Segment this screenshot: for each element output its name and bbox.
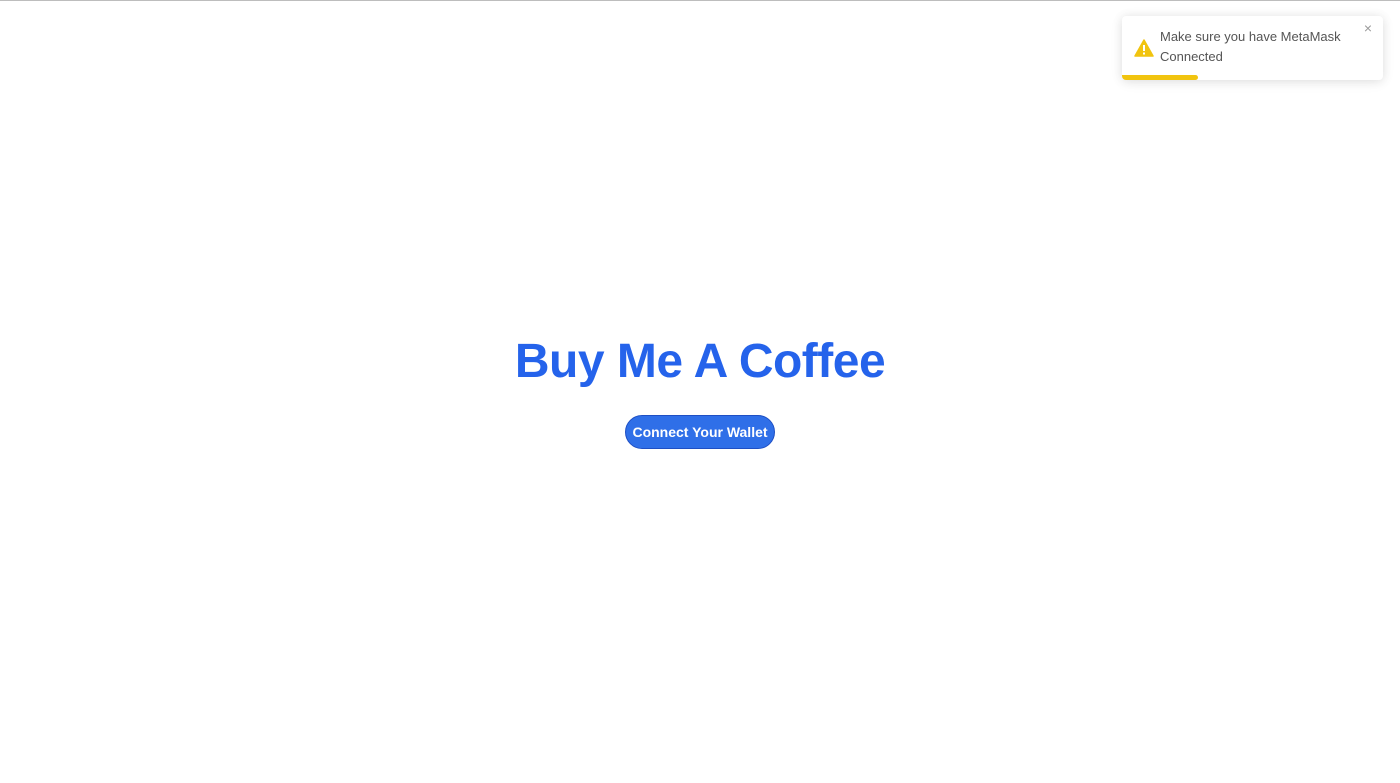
warning-toast: Make sure you have MetaMask Connected × — [1122, 16, 1383, 80]
close-icon[interactable]: × — [1361, 21, 1375, 35]
toast-progress-bar — [1122, 75, 1198, 80]
connect-wallet-button[interactable]: Connect Your Wallet — [625, 415, 775, 449]
main-content: Buy Me A Coffee Connect Your Wallet — [0, 0, 1400, 783]
page-title: Buy Me A Coffee — [514, 335, 886, 388]
warning-icon — [1134, 39, 1154, 57]
toast-message: Make sure you have MetaMask Connected — [1160, 29, 1341, 64]
